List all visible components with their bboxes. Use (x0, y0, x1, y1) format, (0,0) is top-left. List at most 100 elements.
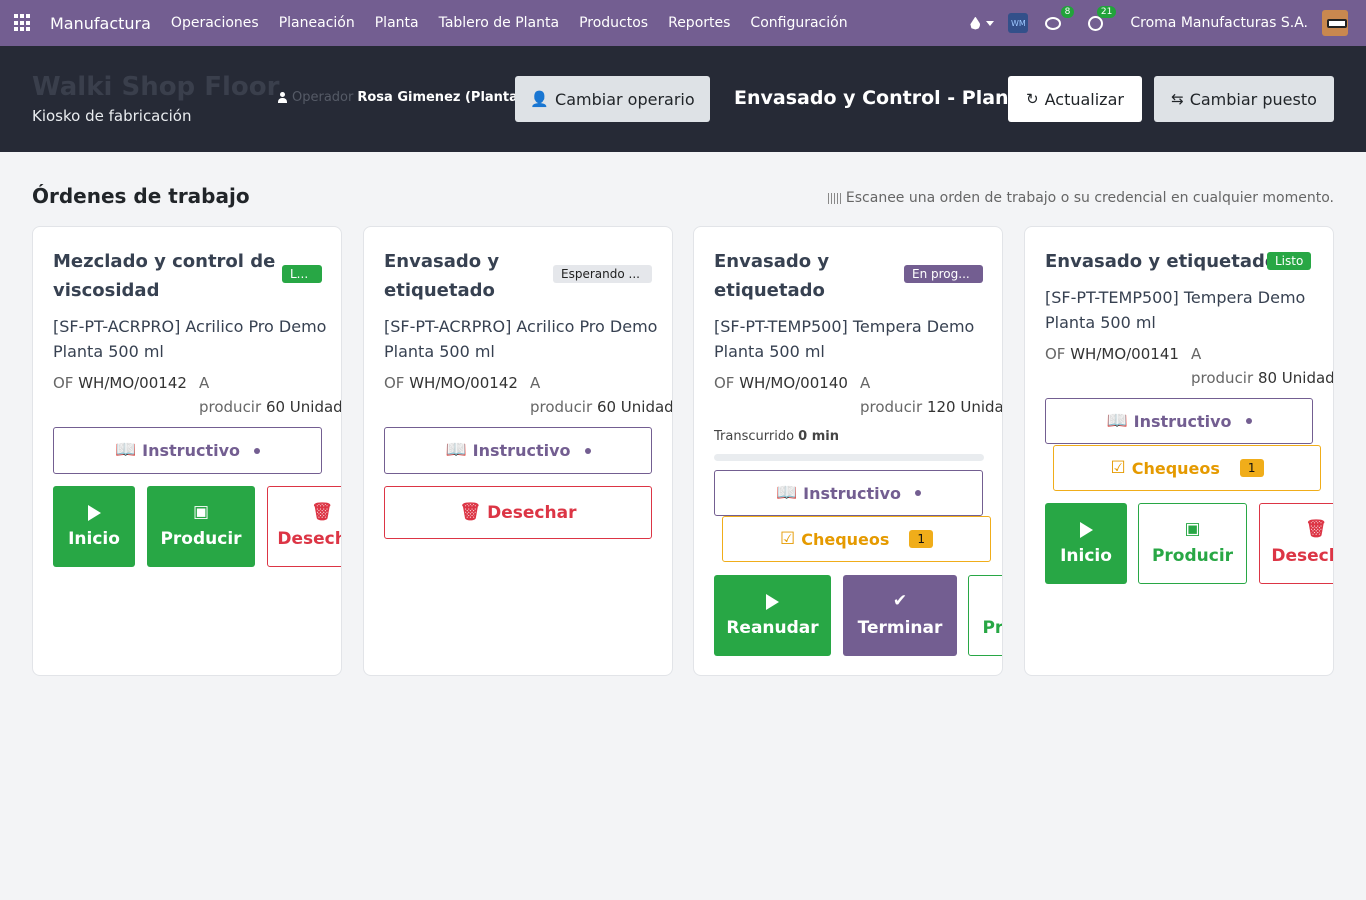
instructions-button[interactable]: 📖 Instructivo (384, 427, 652, 474)
user-icon (278, 92, 287, 103)
scan-hint-text: Escanee una orden de trabajo o su creden… (845, 190, 1334, 206)
finish-label: Terminar (857, 618, 943, 638)
top-navbar: Manufactura Operaciones Planeación Plant… (0, 0, 1366, 46)
kiosk-subtitle: Kiosko de fabricación (32, 107, 192, 125)
menu-productos[interactable]: Productos (569, 15, 658, 31)
elapsed-label: Transcurrido (714, 429, 795, 444)
qty-label: A (530, 374, 541, 392)
scrap-button[interactable]: 🗑 Desechar (1259, 503, 1333, 584)
instructions-button[interactable]: 📖 Instructivo (53, 427, 322, 474)
scrap-label: Desechar (277, 529, 341, 549)
change-workcenter-button[interactable]: ⇆ Cambiar puesto (1154, 76, 1334, 122)
company-switcher[interactable]: Croma Manufacturas S.A. (1130, 15, 1308, 31)
qty-to-produce: A producir 80 Unidades (1191, 342, 1334, 390)
play-icon (87, 504, 101, 521)
theme-dropdown[interactable] (970, 16, 995, 30)
activities-button[interactable]: 21 (1084, 6, 1117, 34)
mo-number: WH/MO/00141 (1070, 345, 1179, 363)
produce-button[interactable]: ▣ Producir (147, 486, 255, 567)
instructions-label: Instructivo (803, 483, 901, 503)
mo-reference: OF WH/MO/00140 (714, 374, 848, 392)
product-name: [SF-PT-TEMP500] Tempera Demo Planta 500 … (1045, 285, 1320, 335)
page-title: Órdenes de trabajo (32, 184, 250, 208)
menu-reportes[interactable]: Reportes (658, 15, 740, 31)
menu-configuracion[interactable]: Configuración (740, 15, 857, 31)
mo-prefix: OF (53, 374, 74, 392)
workorder-card: Envasado y etiquetado Esperando ... [SF-… (363, 226, 673, 676)
checks-button[interactable]: ☑ Chequeos 1 (1053, 445, 1321, 491)
wm-app-icon[interactable]: WM (1008, 13, 1029, 33)
instructions-button[interactable]: 📖 Instructivo (714, 470, 983, 516)
kiosk-title: Walki Shop Floor (32, 72, 280, 102)
mo-reference: OF WH/MO/00141 (1045, 345, 1179, 363)
start-button[interactable]: Inicio (1045, 503, 1127, 584)
instructions-button[interactable]: 📖 Instructivo (1045, 398, 1313, 444)
instructions-label: Instructivo (142, 441, 240, 460)
app-brand[interactable]: Manufactura (50, 14, 151, 33)
qty-label: A (860, 374, 871, 392)
finish-button[interactable]: ✔ Terminar (843, 575, 957, 656)
qty-label: producir (860, 398, 923, 416)
start-button[interactable]: Inicio (53, 486, 135, 567)
menu-planta[interactable]: Planta (365, 15, 429, 31)
play-icon (766, 593, 779, 610)
workorder-title: Envasado y etiquetado (1045, 247, 1277, 276)
messages-count-badge: 8 (1060, 6, 1075, 18)
status-badge: Esperando ... (553, 265, 652, 283)
workorder-title-line: etiquetado (714, 280, 825, 301)
book-icon: 📖 (775, 482, 798, 503)
trash-icon: 🗑 (311, 502, 333, 522)
qty-value: 60 Unidades (265, 398, 342, 416)
user-avatar[interactable] (1322, 10, 1348, 36)
change-operator-button[interactable]: 👤 Cambiar operario (515, 76, 710, 122)
qty-value: 80 Unidades (1257, 369, 1334, 387)
status-badge: L... (282, 265, 322, 283)
apps-grid-icon[interactable] (14, 14, 32, 32)
instructions-label: Instructivo (1133, 411, 1232, 431)
menu-operaciones[interactable]: Operaciones (161, 15, 269, 31)
produce-button[interactable]: ▣ Producir (968, 575, 1003, 656)
product-name: [SF-PT-ACRPRO] Acrilico Pro Demo Planta … (53, 314, 328, 364)
product-line: [SF-PT-TEMP500] Tempera Demo (714, 317, 975, 336)
operator-info: Operador Rosa Gimenez (Planta) (278, 90, 524, 105)
status-badge: Listo (1267, 252, 1312, 270)
activities-count-badge: 21 (1096, 6, 1117, 18)
qty-label: producir (530, 398, 593, 416)
checks-button[interactable]: ☑ Chequeos 1 (722, 516, 991, 562)
scan-hint: Escanee una orden de trabajo o su creden… (827, 190, 1334, 206)
indicator-dot (254, 447, 260, 454)
produce-label: Producir (160, 529, 242, 549)
scrap-button[interactable]: 🗑 Desechar (384, 486, 652, 539)
workorder-card: Envasado y etiquetado Listo [SF-PT-TEMP5… (1024, 226, 1334, 676)
produce-label: Producir (982, 618, 1003, 638)
produce-button[interactable]: ▣ Producir (1138, 503, 1247, 584)
workorder-title: Envasado y etiquetado (384, 247, 499, 305)
resume-button[interactable]: Reanudar (714, 575, 831, 656)
menu-planeacion[interactable]: Planeación (269, 15, 365, 31)
cubes-icon: ▣ (192, 502, 210, 522)
book-icon: 📖 (445, 440, 467, 460)
barcode-icon (827, 192, 842, 204)
scrap-button[interactable]: 🗑 Desechar (267, 486, 341, 567)
product-line: Planta 500 ml (384, 342, 495, 361)
indicator-dot (1245, 418, 1252, 424)
checkbox-icon: ☑ (1110, 457, 1126, 478)
change-workcenter-label: Cambiar puesto (1189, 89, 1317, 109)
qty-label: A (199, 374, 210, 392)
checks-count-badge: 1 (909, 530, 934, 548)
menu-tablero-planta[interactable]: Tablero de Planta (429, 15, 569, 31)
messages-button[interactable]: 8 (1042, 6, 1075, 34)
play-icon (1079, 521, 1093, 538)
indicator-dot (584, 447, 591, 454)
refresh-button[interactable]: ↻ Actualizar (1008, 76, 1142, 122)
trash-icon: 🗑 (1305, 519, 1327, 539)
mo-prefix: OF (384, 374, 405, 392)
drop-icon (970, 16, 981, 30)
mo-reference: OF WH/MO/00142 (53, 374, 187, 392)
mo-number: WH/MO/00140 (739, 374, 848, 392)
cubes-icon: ▣ (1184, 519, 1201, 539)
user-times-icon: 👤 (530, 90, 550, 108)
elapsed-progress-bar (714, 454, 984, 461)
exchange-icon: ⇆ (1171, 90, 1184, 108)
qty-to-produce: A producir 60 Unidades (530, 371, 672, 419)
